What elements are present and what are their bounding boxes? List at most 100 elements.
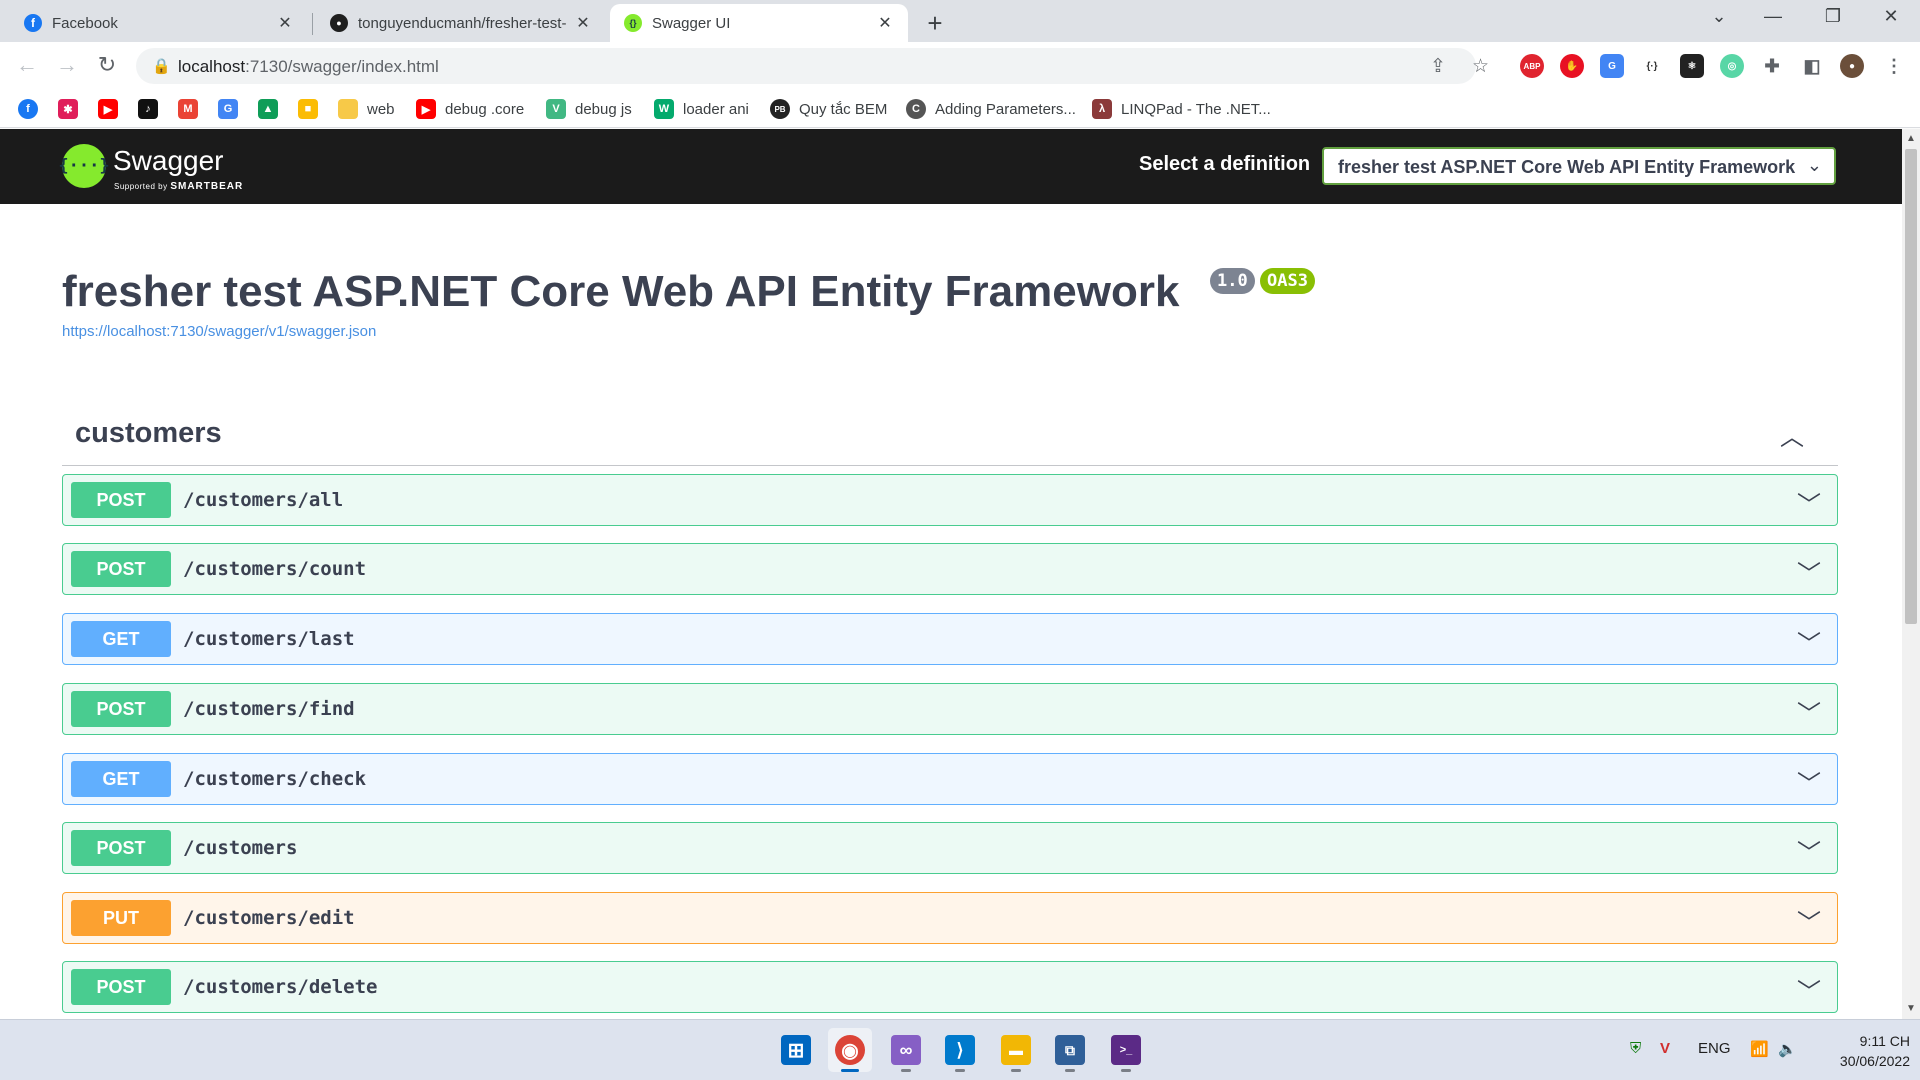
chevron-down-icon[interactable]: ﹀ <box>1797 972 1821 1007</box>
close-window-icon[interactable]: ✕ <box>1876 6 1906 27</box>
color-extension-icon[interactable]: ◎ <box>1720 54 1744 78</box>
running-indicator <box>1011 1069 1021 1072</box>
reload-icon[interactable]: ↻ <box>92 52 122 78</box>
wifi-icon[interactable]: 📶 <box>1750 1040 1769 1058</box>
taskbar-chrome[interactable]: ◉ <box>828 1028 872 1072</box>
operation-row[interactable]: POST /customers/count ﹀ <box>62 543 1838 595</box>
chevron-down-icon[interactable]: ﹀ <box>1797 485 1821 520</box>
back-icon[interactable]: ← <box>12 52 42 78</box>
chevron-down-icon[interactable]: ﹀ <box>1797 554 1821 589</box>
tab-facebook[interactable]: f Facebook ✕ <box>10 4 308 42</box>
operation-path: /customers/check <box>183 768 367 790</box>
chrome-icon: ◉ <box>835 1035 865 1065</box>
operation-path: /customers/all <box>183 489 344 511</box>
taskbar-terminal[interactable]: >_ <box>1104 1028 1148 1072</box>
operation-row[interactable]: PUT /customers/edit ﹀ <box>62 892 1838 944</box>
system-clock[interactable]: 9:11 CH 30/06/2022 <box>1810 1031 1910 1071</box>
security-shield-icon[interactable]: ⛨ <box>1630 1040 1641 1057</box>
close-icon[interactable]: ✕ <box>574 13 592 33</box>
chevron-down-icon[interactable]: ﹀ <box>1797 833 1821 868</box>
operation-row[interactable]: POST /customers/find ﹀ <box>62 683 1838 735</box>
tab-github[interactable]: ● tonguyenducmanh/fresher-test- ✕ <box>316 4 606 42</box>
chevron-down-icon[interactable]: ﹀ <box>1797 764 1821 799</box>
chevron-up-icon[interactable]: ︿ <box>1780 417 1804 452</box>
json-extension-icon[interactable]: {·} <box>1640 54 1664 78</box>
operation-row[interactable]: POST /customers ﹀ <box>62 822 1838 874</box>
bookmark-star-icon[interactable]: ☆ <box>1472 55 1489 78</box>
oas-badge: OAS3 <box>1260 268 1315 294</box>
close-icon[interactable]: ✕ <box>876 13 894 33</box>
tab-swagger-ui[interactable]: {} Swagger UI ✕ <box>610 4 908 42</box>
chevron-down-icon[interactable]: ﹀ <box>1797 624 1821 659</box>
translate-extension-icon[interactable]: G <box>1600 54 1624 78</box>
extensions-puzzle-icon[interactable]: ✚ <box>1760 54 1784 78</box>
taskbar-sql-server[interactable]: ⧉ <box>1048 1028 1092 1072</box>
taskbar-start[interactable]: ⊞ <box>774 1028 818 1072</box>
share-icon[interactable]: ⇪ <box>1430 55 1446 78</box>
profile-avatar[interactable]: ● <box>1840 54 1864 78</box>
taskbar-visual-studio[interactable]: ∞ <box>884 1028 928 1072</box>
chevron-down-icon[interactable]: ﹀ <box>1797 903 1821 938</box>
scrollbar-thumb[interactable] <box>1905 149 1917 624</box>
minimize-icon[interactable]: — <box>1758 6 1788 27</box>
stop-extension-icon[interactable]: ✋ <box>1560 54 1584 78</box>
operation-row[interactable]: POST /customers/all ﹀ <box>62 474 1838 526</box>
taskbar-file-explorer[interactable]: ▬ <box>994 1028 1038 1072</box>
close-icon[interactable]: ✕ <box>276 13 294 33</box>
swagger-logo-icon[interactable]: {···} <box>58 144 110 188</box>
menu-kebab-icon[interactable]: ⋮ <box>1882 54 1906 78</box>
bookmark-folder-web[interactable]: web <box>338 98 395 120</box>
vuejs-icon: V <box>546 99 566 119</box>
bookmark-debug-core[interactable]: ▶ debug .core <box>416 98 524 120</box>
visual-studio-icon: ∞ <box>891 1035 921 1065</box>
bookmark-drive[interactable]: ▲ <box>258 98 278 120</box>
tag-section-header[interactable]: customers ︿ <box>62 403 1838 466</box>
operation-row[interactable]: GET /customers/last ﹀ <box>62 613 1838 665</box>
method-badge: POST <box>71 691 171 727</box>
bookmark-quy-tac-bem[interactable]: PB Quy tắc BEM <box>770 98 887 120</box>
method-badge: PUT <box>71 900 171 936</box>
bookmark-slack[interactable]: ✱ <box>58 98 78 120</box>
lock-icon[interactable]: 🔒 <box>152 57 171 75</box>
bookmark-translate[interactable]: G <box>218 98 238 120</box>
react-devtools-icon[interactable]: ⚛ <box>1680 54 1704 78</box>
running-indicator <box>1121 1069 1131 1072</box>
forward-icon[interactable]: → <box>52 52 82 78</box>
bookmark-youtube[interactable]: ▶ <box>98 98 118 120</box>
adblock-extension-icon[interactable]: ABP <box>1520 54 1544 78</box>
facebook-icon: f <box>18 99 38 119</box>
youtube-icon: ▶ <box>98 99 118 119</box>
bookmark-debug-js[interactable]: Vdebug js <box>546 98 632 120</box>
bookmark-keep[interactable]: ■ <box>298 98 318 120</box>
page-scrollbar[interactable]: ▲ ▼ <box>1902 129 1920 1019</box>
antivirus-icon[interactable]: V <box>1660 1040 1670 1057</box>
tab-title: tonguyenducmanh/fresher-test- <box>358 14 567 32</box>
address-bar[interactable]: 🔒 localhost:7130/swagger/index.html ⇪ ☆ <box>136 48 1489 84</box>
language-indicator[interactable]: ENG <box>1698 1040 1731 1057</box>
taskbar-vscode[interactable]: ⟩ <box>938 1028 982 1072</box>
bookmark-tiktok[interactable]: ♪ <box>138 98 158 120</box>
bookmark-facebook[interactable]: f <box>18 98 38 120</box>
operation-row[interactable]: GET /customers/check ﹀ <box>62 753 1838 805</box>
swagger-logo-text[interactable]: Swagger <box>113 145 224 177</box>
tab-search-icon[interactable]: ⌄ <box>1704 6 1734 27</box>
url-path: :7130/swagger/index.html <box>245 57 439 76</box>
scroll-up-icon[interactable]: ▲ <box>1906 133 1916 144</box>
method-badge: POST <box>71 482 171 518</box>
address-url[interactable]: localhost:7130/swagger/index.html <box>178 57 439 77</box>
operation-row[interactable]: POST /customers/delete ﹀ <box>62 961 1838 1013</box>
bookmark-adding-parameters[interactable]: C Adding Parameters... <box>906 98 1076 120</box>
scroll-down-icon[interactable]: ▼ <box>1906 1003 1916 1014</box>
chevron-down-icon[interactable]: ﹀ <box>1797 694 1821 729</box>
gmail-icon: M <box>178 99 198 119</box>
bookmark-gmail[interactable]: M <box>178 98 198 120</box>
bookmark-loader-ani[interactable]: Wloader ani <box>654 98 749 120</box>
volume-icon[interactable]: 🔈 <box>1778 1040 1797 1058</box>
new-tab-button[interactable]: + <box>920 8 950 39</box>
bookmark-linqpad[interactable]: λ LINQPad - The .NET... <box>1092 98 1271 120</box>
spec-json-link[interactable]: https://localhost:7130/swagger/v1/swagge… <box>62 323 376 340</box>
maximize-icon[interactable]: ❐ <box>1818 6 1848 27</box>
pb-icon: PB <box>770 99 790 119</box>
definition-select[interactable]: fresher test ASP.NET Core Web API Entity… <box>1322 147 1836 185</box>
side-panel-icon[interactable]: ◧ <box>1800 54 1824 78</box>
